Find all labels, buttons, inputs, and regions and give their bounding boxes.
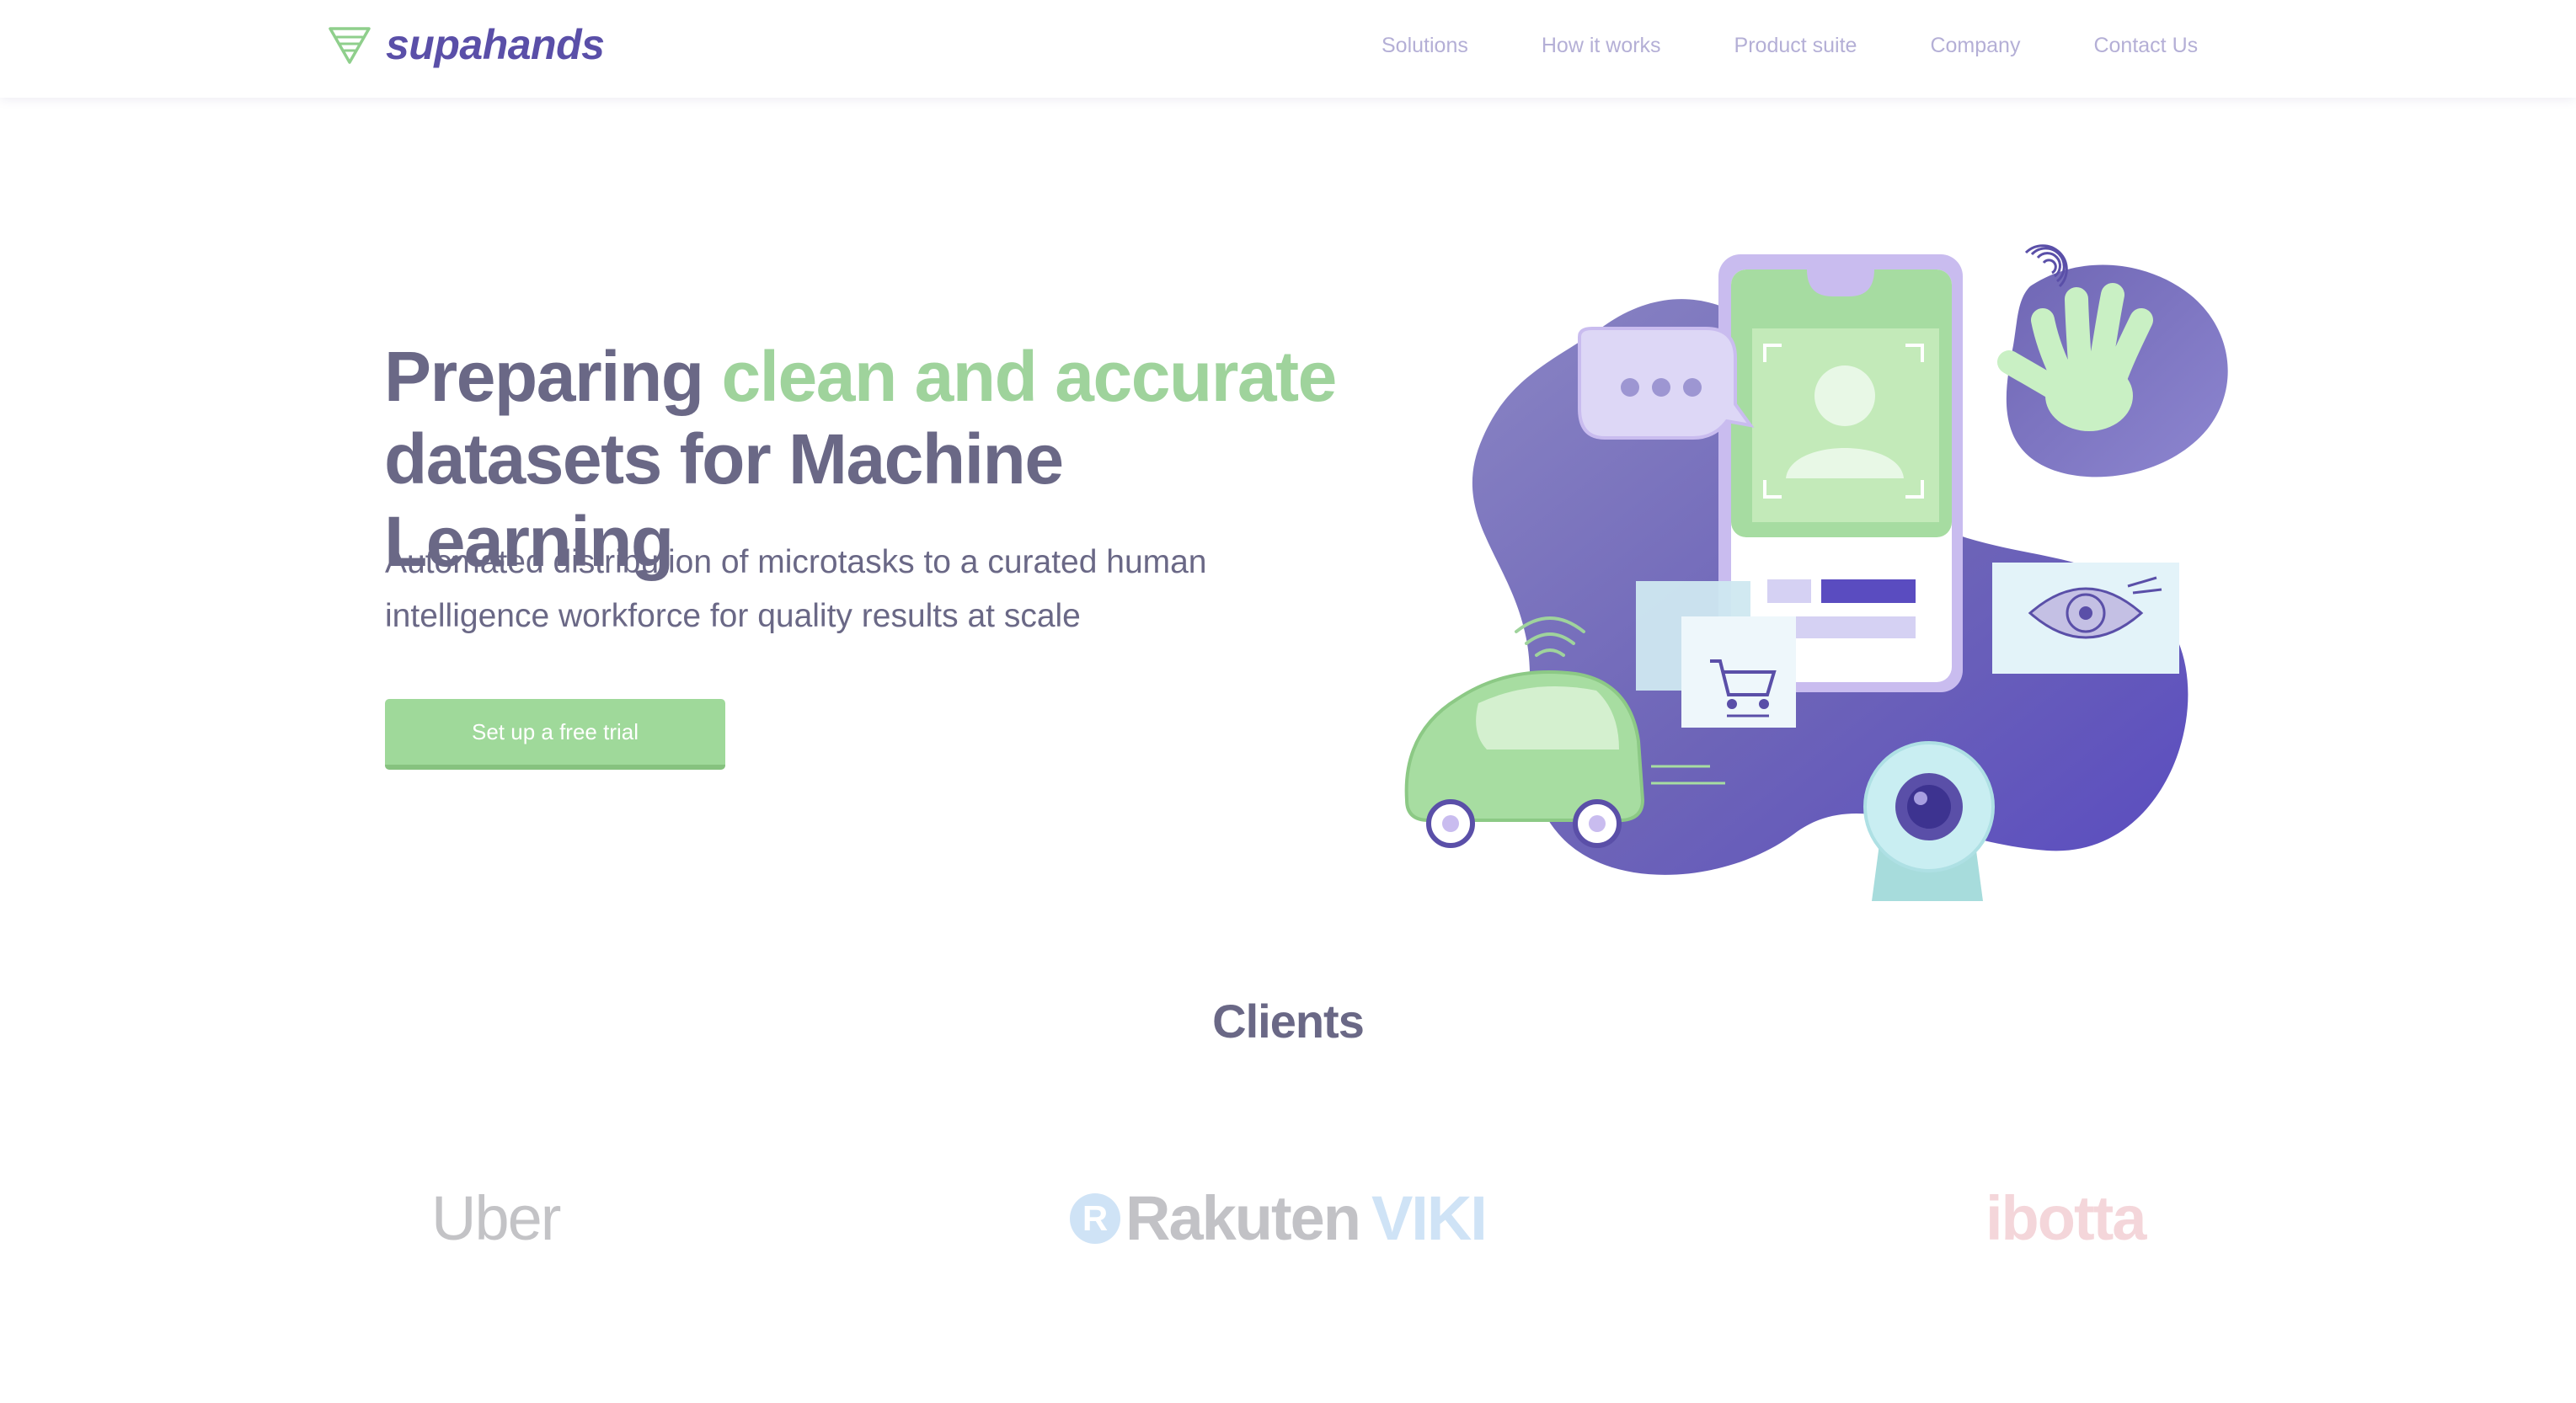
chat-bubble-icon <box>1578 327 1755 440</box>
client-logo-uber: Uber <box>431 1183 561 1253</box>
viki-word: VIKI <box>1371 1183 1488 1253</box>
nav-contact-us[interactable]: Contact Us <box>2093 34 2198 58</box>
brand-name: supahands <box>386 21 605 68</box>
logo-hand-icon <box>329 27 371 64</box>
hero-title-accent: clean and accurate <box>721 337 1337 416</box>
rakuten-word: Rakuten <box>1125 1183 1361 1253</box>
nav-how-it-works[interactable]: How it works <box>1542 34 1661 58</box>
site-header: supahands Solutions How it works Product… <box>0 0 2576 98</box>
client-logo-rakuten-viki: R Rakuten VIKI <box>1070 1183 1488 1253</box>
nav-product-suite[interactable]: Product suite <box>1734 34 1857 58</box>
hero-subtitle: Automated distribution of microtasks to … <box>385 544 1207 634</box>
hero-illustration <box>1404 244 2228 901</box>
hero-title-part1: Preparing <box>384 337 722 416</box>
main-nav: Solutions How it works Product suite Com… <box>1382 34 2198 58</box>
clients-heading: Clients <box>1212 995 1365 1048</box>
nav-solutions[interactable]: Solutions <box>1382 34 1468 58</box>
brand-logo[interactable]: supahands <box>327 21 605 68</box>
free-trial-button[interactable]: Set up a free trial <box>385 699 725 770</box>
eye-icon <box>1992 563 2179 674</box>
nav-company[interactable]: Company <box>1930 34 2020 58</box>
rakuten-r-icon: R <box>1070 1193 1120 1244</box>
client-logo-ibotta: ibotta <box>1985 1183 2146 1253</box>
shopping-cart-icon <box>1681 616 1796 728</box>
webcam-icon <box>1863 741 1995 901</box>
